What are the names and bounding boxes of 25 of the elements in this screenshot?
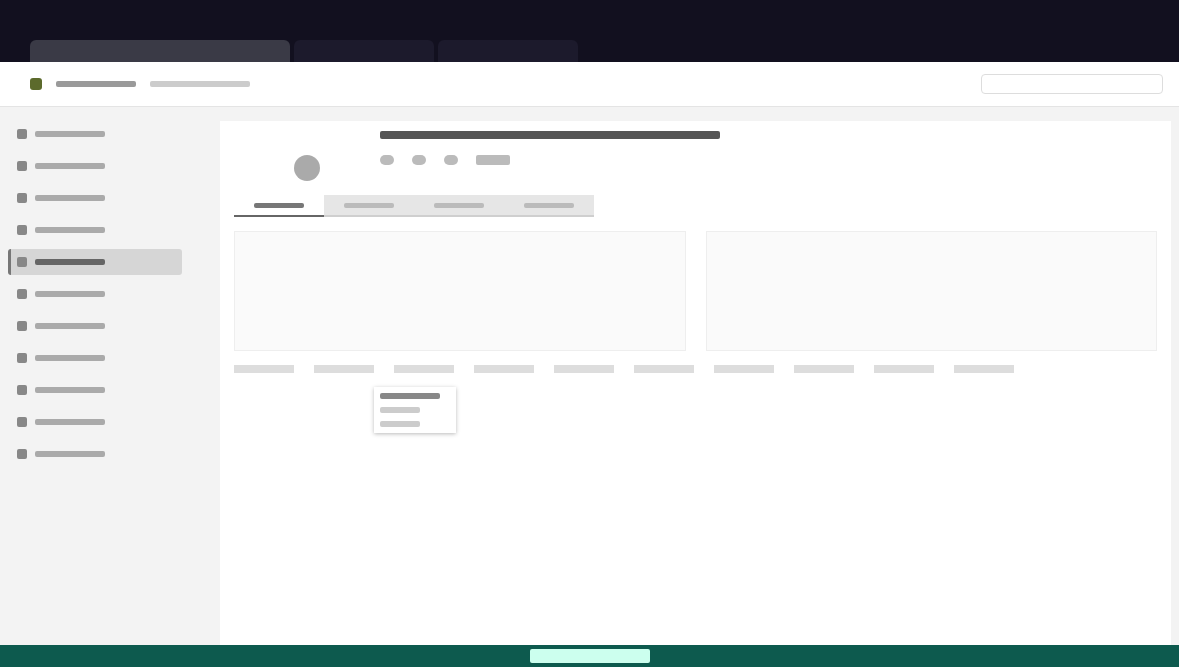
menu-item[interactable] (380, 421, 420, 427)
bottom-tab[interactable] (394, 365, 454, 373)
bottom-tab[interactable] (794, 365, 854, 373)
menu-item[interactable] (380, 407, 420, 413)
bottom-tab[interactable] (714, 365, 774, 373)
browser-tab[interactable] (438, 40, 578, 62)
bottom-tab[interactable] (474, 365, 534, 373)
bottom-tab[interactable] (314, 365, 374, 373)
toolbar-button[interactable] (412, 155, 426, 165)
browser-tab[interactable] (294, 40, 434, 62)
logo-icon (30, 78, 42, 90)
bottom-tab[interactable] (634, 365, 694, 373)
avatar-icon (294, 155, 320, 181)
taskbar-app[interactable] (529, 649, 650, 663)
bottom-tab[interactable] (954, 365, 1014, 373)
toolbar-button[interactable] (476, 155, 510, 165)
toolbar-button[interactable] (380, 155, 394, 165)
bottom-tab[interactable] (234, 365, 294, 373)
bottom-tab[interactable] (554, 365, 614, 373)
search-field[interactable] (981, 74, 1163, 94)
toolbar-button[interactable] (444, 155, 458, 165)
menu-item[interactable] (380, 393, 440, 399)
browser-tab[interactable] (30, 40, 290, 62)
bottom-tab[interactable] (874, 365, 934, 373)
sidebar-item[interactable] (8, 249, 182, 275)
